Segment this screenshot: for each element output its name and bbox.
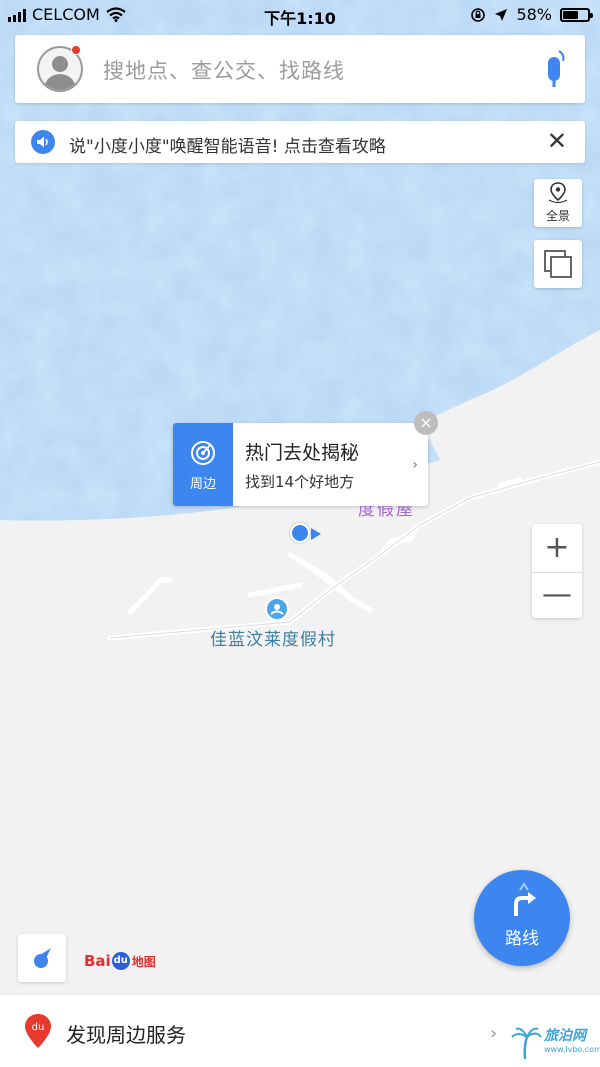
voice-tip-banner[interactable]: 说"小度小度"唤醒智能语音! 点击查看攻略 ✕ — [15, 121, 585, 163]
search-input[interactable]: 搜地点、查公交、找路线 — [103, 55, 345, 85]
baidu-map-logo: Bai du 地图 — [84, 952, 156, 970]
panorama-label: 全景 — [545, 209, 570, 223]
notification-dot — [71, 45, 81, 55]
nearby-tag[interactable]: 周边 — [173, 423, 233, 506]
resort-icon — [270, 604, 284, 615]
zoom-control: + — — [532, 524, 582, 618]
palm-tree-icon — [511, 1027, 542, 1060]
heading-arrow-icon — [311, 528, 321, 540]
battery-percent: 58% — [516, 5, 552, 24]
speaker-icon — [31, 130, 55, 154]
search-bar[interactable]: 搜地点、查公交、找路线 — [15, 35, 585, 103]
radar-icon — [191, 441, 215, 465]
popup-title: 热门去处揭秘 — [245, 442, 360, 464]
close-banner-button[interactable]: ✕ — [547, 129, 567, 153]
status-right: 58% — [470, 5, 593, 24]
watermark-text: 旅泊网 — [544, 1028, 586, 1044]
logo-map: 地图 — [131, 954, 156, 969]
route-label: 路线 — [505, 929, 539, 949]
resort-poi-label[interactable]: 佳蓝汶莱度假村 — [210, 625, 336, 650]
route-button[interactable]: 路线 — [474, 870, 570, 966]
zoom-out-button[interactable]: — — [532, 572, 582, 618]
resort-poi-icon[interactable] — [265, 597, 289, 621]
voice-tip-text[interactable]: 说"小度小度"唤醒智能语音! 点击查看攻略 — [69, 132, 386, 157]
layers-button[interactable] — [534, 240, 582, 288]
rotation-lock-icon — [471, 7, 486, 22]
popup-subtitle: 找到14个好地方 — [245, 473, 355, 491]
nearby-label: 周边 — [189, 477, 216, 492]
compass-icon — [34, 948, 51, 968]
pin-text: du — [32, 1022, 45, 1033]
chevron-right-icon: › — [490, 1023, 498, 1044]
popup-close-button[interactable]: × — [414, 411, 438, 435]
status-bar: CELCOM 下午1:10 58% — [0, 0, 600, 30]
microphone-icon[interactable] — [539, 49, 569, 91]
logo-bai: Bai — [84, 952, 111, 970]
panorama-button[interactable]: 全景 — [534, 179, 582, 227]
nearby-services-label[interactable]: 发现周边服务 — [66, 1019, 186, 1048]
baidu-pin-icon: du — [25, 1014, 51, 1048]
current-location-marker — [290, 523, 310, 543]
compass-button[interactable] — [18, 934, 66, 982]
battery-level — [563, 10, 578, 19]
nearby-popup-card[interactable]: 周边 热门去处揭秘 找到14个好地方 › — [173, 423, 428, 506]
watermark-sub: www.lvbo.com — [544, 1045, 600, 1054]
location-services-icon — [495, 8, 508, 21]
nearby-services-bar[interactable]: du 发现周边服务 › 旅泊网 www.lvbo.com — [0, 994, 600, 1067]
zoom-in-button[interactable]: + — [532, 526, 582, 572]
watermark: › 旅泊网 www.lvbo.com — [490, 1023, 600, 1063]
battery-icon — [560, 7, 593, 22]
location-pin-icon — [548, 182, 568, 204]
chevron-right-icon: › — [412, 457, 418, 473]
turn-arrow-icon — [514, 882, 536, 916]
layers-icon — [544, 250, 572, 278]
paw-icon: du — [111, 952, 130, 970]
